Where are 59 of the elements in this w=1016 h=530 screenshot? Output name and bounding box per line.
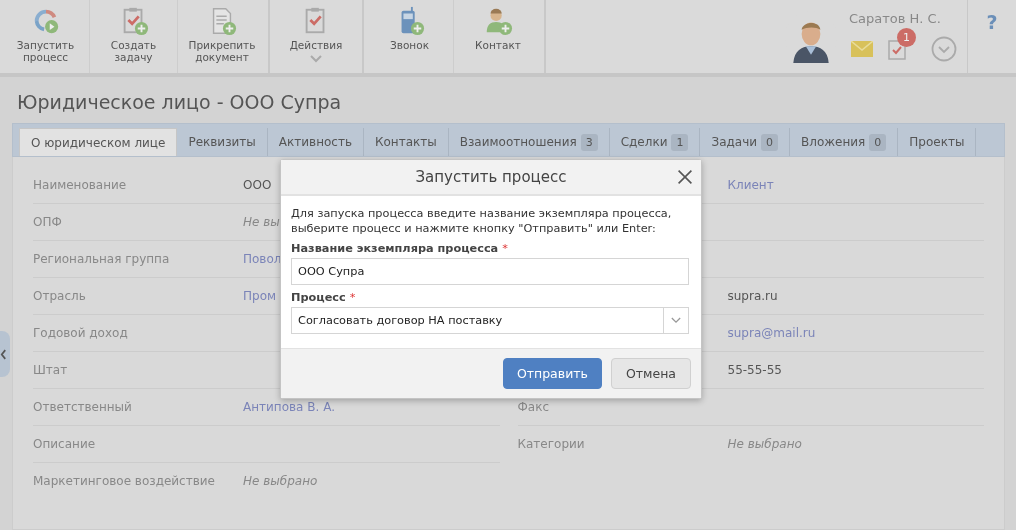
notification-badge: 1 xyxy=(897,28,916,47)
user-name: Саратов Н. С. xyxy=(849,11,942,26)
toolbar-button[interactable]: Контакт xyxy=(454,0,542,73)
required-mark: * xyxy=(349,291,356,304)
chevron-left-icon xyxy=(0,348,7,360)
field-value: supra.ru xyxy=(727,289,778,303)
cancel-button[interactable]: Отмена xyxy=(610,358,691,389)
collapse-handle[interactable] xyxy=(0,331,10,377)
field-label: Региональная группа xyxy=(33,252,170,266)
name-input[interactable]: ООО Супра xyxy=(291,258,689,285)
field-label: Описание xyxy=(33,437,96,451)
field-link[interactable]: Пром xyxy=(243,289,277,303)
tab[interactable]: Реквизиты xyxy=(177,128,268,156)
field-link[interactable]: Повол xyxy=(243,252,282,266)
dialog-title: Запустить процесс xyxy=(415,168,567,186)
field-label: Ответственный xyxy=(33,400,132,414)
field-label: Факс xyxy=(517,400,550,414)
field-label: Маркетинговое воздействие xyxy=(33,474,215,488)
required-mark: * xyxy=(502,242,508,255)
submit-button[interactable]: Отправить xyxy=(502,358,602,389)
field-label: Категории xyxy=(517,437,585,451)
field-label: Штат xyxy=(33,363,68,377)
field-link[interactable]: Клиент xyxy=(727,178,774,192)
tab[interactable]: Активность xyxy=(267,128,364,156)
toolbar-button[interactable]: Запустить процесс xyxy=(2,0,90,73)
tab[interactable]: Проекты xyxy=(898,128,977,156)
chevron-down-icon xyxy=(671,317,681,324)
field-label: Процесс xyxy=(291,291,346,304)
field-label: Наименование xyxy=(33,178,127,192)
chevron-down-icon xyxy=(310,55,322,63)
count-badge: 1 xyxy=(671,133,689,151)
count-badge: 0 xyxy=(761,133,779,151)
toolbar-button[interactable]: Действия xyxy=(272,0,360,73)
field-value: 55-55-55 xyxy=(727,363,782,377)
tasks-button[interactable]: 1 xyxy=(887,28,917,60)
tab[interactable]: Вложения 0 xyxy=(790,128,899,156)
tab[interactable]: Сделки 1 xyxy=(609,128,701,156)
tab[interactable]: О юридическом лице xyxy=(19,128,178,156)
tab[interactable]: Контакты xyxy=(364,128,449,156)
field-value: Не вы xyxy=(243,215,280,229)
page-title: Юридическое лицо - ООО Супра xyxy=(16,90,343,115)
field-label: ОПФ xyxy=(33,215,62,229)
toolbar-button[interactable]: Создать задачу xyxy=(90,0,178,73)
tab[interactable]: Взаимоотношения 3 xyxy=(448,128,610,156)
toolbar-button[interactable]: Звонок xyxy=(366,0,454,73)
instructions-text: Для запуска процесса введите название экземпляра процесса, выберите процесс и нажмите кнопку "Отправить" или Enter: xyxy=(291,206,673,236)
tab[interactable]: Задачи 0 xyxy=(700,128,791,156)
count-badge: 3 xyxy=(580,133,598,151)
field-label: Название экземпляра процесса xyxy=(291,242,499,255)
field-link[interactable]: supra@mail.ru xyxy=(727,326,816,340)
field-link[interactable]: Антипова В. А. xyxy=(243,400,336,414)
close-icon[interactable] xyxy=(677,169,693,185)
field-value: ООО xyxy=(243,178,272,192)
field-label: Годовой доход xyxy=(33,326,128,340)
field-label: Отрасль xyxy=(33,289,86,303)
count-badge: 0 xyxy=(869,133,887,151)
toolbar-button[interactable]: Прикрепить документ xyxy=(178,0,266,73)
process-select[interactable]: Согласовать договор НА поставку xyxy=(291,307,689,334)
help-button[interactable]: ? xyxy=(982,4,1002,40)
